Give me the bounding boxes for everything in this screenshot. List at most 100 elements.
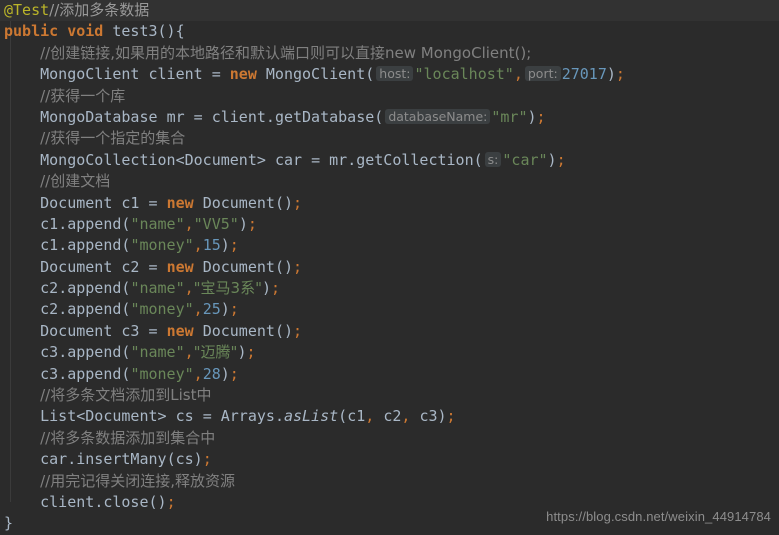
param-hint-port: port: xyxy=(524,66,561,82)
dot: . xyxy=(58,343,68,362)
open-paren: ( xyxy=(338,407,348,426)
param-hint-databasename: databaseName: xyxy=(385,108,491,124)
code-line: MongoCollection<Document> car = mr.getCo… xyxy=(0,150,779,171)
semicolon: ; xyxy=(229,300,239,319)
variable-name: c2 xyxy=(121,257,140,276)
close-paren: ) xyxy=(547,150,557,169)
constructor-name: Document xyxy=(202,321,275,340)
method-call: append xyxy=(67,279,122,298)
keyword-new: new xyxy=(229,65,257,84)
code-line: //获得一个指定的集合 xyxy=(0,128,779,149)
assign-operator: = xyxy=(211,65,221,84)
watermark-url: https://blog.csdn.net/weixin_44914784 xyxy=(546,509,771,524)
keyword-public: public xyxy=(4,22,59,41)
type-name: Document xyxy=(40,193,113,212)
dot: . xyxy=(58,279,68,298)
dot: . xyxy=(58,300,68,319)
close-paren: ) xyxy=(437,407,447,426)
comment-text: //将多条数据添加到集合中 xyxy=(40,428,216,447)
semicolon: ; xyxy=(202,450,212,469)
assign-operator: = xyxy=(148,257,158,276)
close-paren: ) xyxy=(220,300,230,319)
code-line: c3.append("money",28); xyxy=(0,364,779,385)
open-brace: { xyxy=(175,22,185,41)
dot: . xyxy=(274,407,284,426)
type-name: Document xyxy=(40,257,113,276)
code-line: c1.append("money",15); xyxy=(0,235,779,256)
method-call: append xyxy=(67,214,122,233)
open-paren: ( xyxy=(166,450,176,469)
code-line: List<Document> cs = Arrays.asList(c1, c2… xyxy=(0,406,779,427)
receiver-name: Arrays xyxy=(220,407,275,426)
comment-text: //添加多条数据 xyxy=(49,1,150,19)
string-literal-value: "迈腾" xyxy=(193,343,238,362)
comma: , xyxy=(184,343,194,362)
keyword-void: void xyxy=(67,22,104,41)
receiver-name: mr xyxy=(329,150,348,169)
method-call: append xyxy=(67,364,122,383)
receiver-name: c1 xyxy=(40,236,59,255)
semicolon: ; xyxy=(293,193,303,212)
close-paren: ) xyxy=(262,279,272,298)
receiver-name: c1 xyxy=(40,214,59,233)
close-paren: ) xyxy=(220,236,230,255)
code-line: Document c3 = new Document(); xyxy=(0,321,779,342)
code-line: c2.append("name","宝马3系"); xyxy=(0,278,779,299)
comma: , xyxy=(365,407,375,426)
string-literal-key: "money" xyxy=(130,236,194,255)
string-literal-key: "name" xyxy=(130,214,185,233)
dot: . xyxy=(58,214,68,233)
comma: , xyxy=(401,407,411,426)
open-paren: ( xyxy=(365,65,375,84)
keyword-new: new xyxy=(166,321,194,340)
method-call: getDatabase xyxy=(274,107,375,126)
semicolon: ; xyxy=(293,321,303,340)
code-line: @Test//添加多条数据 xyxy=(0,0,779,22)
semicolon: ; xyxy=(446,407,456,426)
string-literal-key: "name" xyxy=(130,279,185,298)
dot: . xyxy=(347,150,357,169)
type-name: MongoCollection<Document> xyxy=(40,150,266,169)
comma: , xyxy=(184,279,194,298)
number-literal: 27017 xyxy=(561,65,607,84)
code-line: c3.append("name","迈腾"); xyxy=(0,342,779,363)
code-line: //将多条数据添加到集合中 xyxy=(0,428,779,449)
type-name: List<Document> xyxy=(40,407,167,426)
semicolon: ; xyxy=(166,492,176,511)
param-hint-host: host: xyxy=(376,66,414,82)
constructor-name: Document xyxy=(202,193,275,212)
receiver-name: c3 xyxy=(40,364,59,383)
comma: , xyxy=(193,300,203,319)
receiver-name: c3 xyxy=(40,343,59,362)
comment-text: //获得一个库 xyxy=(40,86,126,105)
static-method-call: asList xyxy=(283,407,339,426)
method-call: append xyxy=(67,300,122,319)
argument-c1: c1 xyxy=(347,407,366,426)
method-call: append xyxy=(67,343,122,362)
semicolon: ; xyxy=(246,343,256,362)
code-line: Document c2 = new Document(); xyxy=(0,257,779,278)
parens: () xyxy=(157,22,176,41)
receiver-name: c2 xyxy=(40,300,59,319)
parens: () xyxy=(274,321,293,340)
code-editor[interactable]: @Test//添加多条数据 public void test3(){ //创建链… xyxy=(0,0,779,532)
variable-name: car xyxy=(274,150,303,169)
code-content: @Test//添加多条数据 public void test3(){ //创建链… xyxy=(0,0,779,535)
method-call: getCollection xyxy=(356,150,474,169)
receiver-name: client xyxy=(211,107,266,126)
argument-cs: cs xyxy=(175,450,194,469)
method-call: close xyxy=(103,492,149,511)
variable-name: mr xyxy=(166,107,185,126)
comment-text: //创建链接,如果用的本地路径和默认端口则可以直接new MongoClient… xyxy=(40,43,532,62)
string-literal: "car" xyxy=(502,150,548,169)
semicolon: ; xyxy=(293,257,303,276)
type-name: MongoClient xyxy=(40,65,140,84)
dot: . xyxy=(58,364,68,383)
keyword-new: new xyxy=(166,257,194,276)
close-paren: ) xyxy=(527,107,537,126)
assign-operator: = xyxy=(148,193,158,212)
keyword-new: new xyxy=(166,193,194,212)
semicolon: ; xyxy=(247,214,257,233)
dot: . xyxy=(58,236,68,255)
string-literal: "mr" xyxy=(491,107,528,126)
